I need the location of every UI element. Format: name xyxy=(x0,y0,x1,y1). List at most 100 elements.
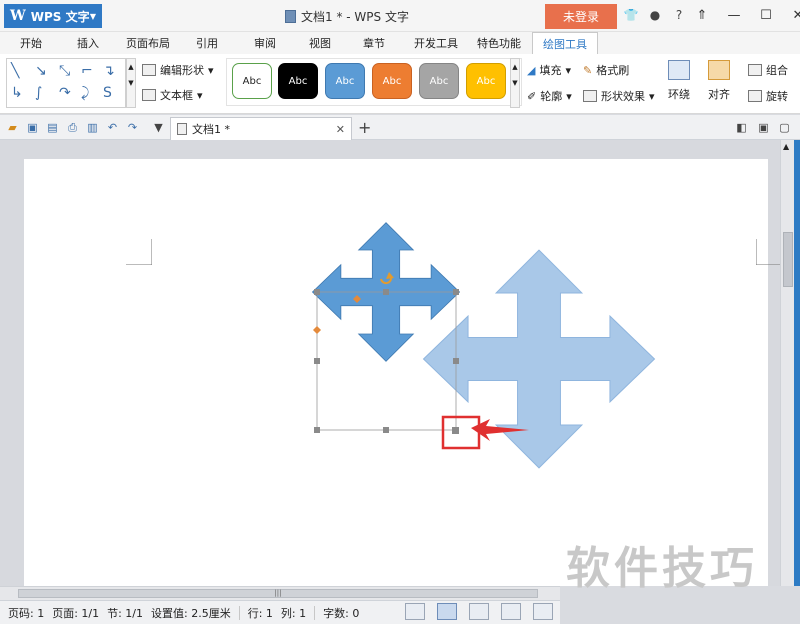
window-title: 文档1 * - WPS 文字 xyxy=(285,8,409,25)
status-divider xyxy=(238,605,240,620)
horizontal-scroll-thumb[interactable]: ||| xyxy=(18,589,538,598)
elbow-arrow-icon[interactable]: ↴ xyxy=(103,63,115,79)
tab-chapter[interactable]: 章节 xyxy=(363,35,385,51)
window-title-text: 文档1 * - WPS 文字 xyxy=(301,10,409,24)
shape-style-2[interactable]: Abc xyxy=(278,63,318,99)
help-icon[interactable]: ? xyxy=(670,6,688,24)
format-painter-button[interactable]: ✎ 格式刷 xyxy=(583,62,629,78)
group-label: 组合 xyxy=(766,64,788,77)
shape-style-5[interactable]: Abc xyxy=(419,63,459,99)
app-name: WPS 文字 xyxy=(30,9,90,24)
shape-style-1[interactable]: Abc xyxy=(232,63,272,99)
double-arrow-icon[interactable]: ⤡ xyxy=(59,63,70,79)
status-row: 行: 1 xyxy=(247,606,273,620)
vertical-scrollbar[interactable]: ▲ xyxy=(780,140,794,586)
shape-style-3[interactable]: Abc xyxy=(325,63,365,99)
group-icon xyxy=(748,64,762,76)
horizontal-scrollbar[interactable]: ||| xyxy=(0,586,560,600)
tab-home[interactable]: 开始 xyxy=(20,35,42,51)
save-icon[interactable]: ▣ xyxy=(26,121,39,134)
login-button[interactable]: 未登录 xyxy=(545,4,617,29)
curve-connector-icon[interactable]: ∫ xyxy=(35,85,42,101)
minimize-button[interactable]: — xyxy=(722,5,746,25)
text-box-button[interactable]: 文本框 ▾ xyxy=(142,87,203,103)
curve-double-icon[interactable]: ⤸ xyxy=(81,85,89,101)
fill-button[interactable]: ◢ 填充 ▾ xyxy=(527,62,571,78)
open-icon[interactable]: ▰ xyxy=(6,121,19,134)
tab-references[interactable]: 引用 xyxy=(196,35,218,51)
elbow-double-icon[interactable]: ↳ xyxy=(11,85,23,101)
fill-bucket-icon: ◢ xyxy=(527,63,536,77)
arrow-line-icon[interactable]: ↘ xyxy=(35,63,47,79)
scroll-up-icon[interactable]: ▲ xyxy=(783,142,789,151)
side-panel-edge[interactable] xyxy=(794,140,800,586)
view-icon[interactable]: ◧ xyxy=(735,121,748,134)
wrap-label: 环绕 xyxy=(668,88,690,101)
document-tab[interactable]: 文档1 * ✕ xyxy=(170,117,352,140)
text-box-label: 文本框 xyxy=(160,89,193,102)
line-shapes-gallery[interactable]: ╲ ↘ ⤡ ⌐ ↴ ↳ ∫ ↷ ⤸ S xyxy=(6,58,126,108)
close-icon[interactable]: ✕ xyxy=(336,123,345,136)
status-col: 列: 1 xyxy=(280,606,307,620)
edit-shape-button[interactable]: 编辑形状 ▾ xyxy=(142,62,214,78)
curve-arrow-icon[interactable]: ↷ xyxy=(59,85,71,101)
close-button[interactable]: ✕ xyxy=(786,5,800,25)
tab-special[interactable]: 特色功能 xyxy=(477,35,521,51)
elbow-connector-icon[interactable]: ⌐ xyxy=(81,63,93,79)
tab-page-layout[interactable]: 页面布局 xyxy=(126,35,170,51)
edit-shape-label: 编辑形状 xyxy=(160,64,204,77)
outline-view-icon[interactable] xyxy=(469,603,489,620)
status-page: 页码: 1 xyxy=(8,606,45,620)
print-icon[interactable]: ⎙ xyxy=(66,121,79,134)
chat-icon[interactable]: ● xyxy=(646,6,664,24)
edit-shape-icon xyxy=(142,64,156,76)
new-tab-button[interactable]: + xyxy=(358,118,371,137)
tab-review[interactable]: 审阅 xyxy=(254,35,276,51)
chevron-down-icon: ▾ xyxy=(566,89,572,103)
line-icon[interactable]: ╲ xyxy=(11,63,19,79)
print-preview-icon[interactable]: ▥ xyxy=(86,121,99,134)
app-menu-button[interactable]: W WPS 文字 ▼ xyxy=(4,4,102,28)
panel-icon[interactable]: ⇑ xyxy=(690,5,714,25)
status-setting: 设置值: 2.5厘米 xyxy=(151,606,231,620)
rotate-button[interactable]: 旋转 xyxy=(748,88,788,104)
page-view-icon[interactable] xyxy=(437,603,457,620)
rotate-icon xyxy=(748,90,762,102)
freeform-icon[interactable]: S xyxy=(103,85,112,101)
group-button[interactable]: 组合 xyxy=(748,62,788,78)
reading-view-icon[interactable] xyxy=(533,603,553,620)
export-icon[interactable]: ▤ xyxy=(46,121,59,134)
settings-icon[interactable]: ▢ xyxy=(778,121,791,134)
undo-icon[interactable]: ↶ xyxy=(106,121,119,134)
vertical-scroll-thumb[interactable] xyxy=(783,232,793,287)
shirt-icon[interactable]: 👕 xyxy=(622,6,640,24)
status-divider xyxy=(314,605,316,620)
document-tab-label: 文档1 * xyxy=(192,123,230,136)
shape-style-6[interactable]: Abc xyxy=(466,63,506,99)
outline-pen-icon: ✐ xyxy=(527,89,537,103)
maximize-button[interactable]: ☐ xyxy=(754,5,778,25)
document-workspace xyxy=(0,140,782,586)
gallery-scroll[interactable]: ▲ ▼ xyxy=(126,58,136,108)
style-gallery-scroll[interactable]: ▲ ▼ xyxy=(510,58,520,108)
wrap-button[interactable]: 环绕 xyxy=(668,60,690,102)
redo-icon[interactable]: ↷ xyxy=(126,121,139,134)
document-page[interactable] xyxy=(24,159,782,586)
tab-view[interactable]: 视图 xyxy=(309,35,331,51)
tab-drawing-tools[interactable]: 绘图工具 xyxy=(532,32,598,54)
shape-effects-button[interactable]: 形状效果 ▾ xyxy=(583,88,655,104)
resize-handle-highlighted[interactable] xyxy=(452,427,459,434)
outline-button[interactable]: ✐ 轮廓 ▾ xyxy=(527,88,572,104)
text-box-icon xyxy=(142,89,156,101)
wrap-icon xyxy=(668,60,690,80)
chevron-down-icon[interactable]: ▼ xyxy=(152,121,165,134)
fullscreen-icon[interactable] xyxy=(405,603,425,620)
web-view-icon[interactable] xyxy=(501,603,521,620)
tab-insert[interactable]: 插入 xyxy=(77,35,99,51)
chevron-down-icon: ▾ xyxy=(208,63,214,77)
align-button[interactable]: 对齐 xyxy=(708,60,730,102)
tab-developer[interactable]: 开发工具 xyxy=(414,35,458,51)
shape-style-4[interactable]: Abc xyxy=(372,63,412,99)
comment-icon[interactable]: ▣ xyxy=(757,121,770,134)
watermark: 软件技巧 xyxy=(566,543,758,594)
